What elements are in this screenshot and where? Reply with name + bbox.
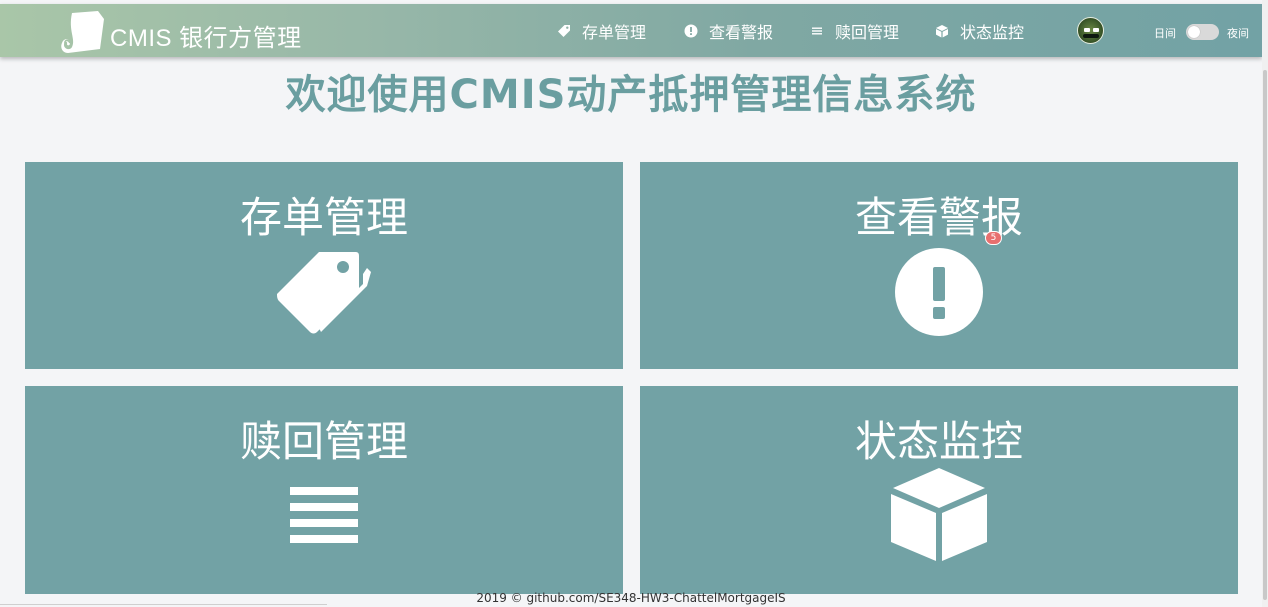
nav-item-deposit-management[interactable]: 存单管理 — [557, 20, 646, 42]
page-title: 欢迎使用CMIS动产抵押管理信息系统 — [285, 72, 977, 118]
brand-title[interactable]: CMIS 银行方管理 — [110, 18, 302, 53]
nav-item-view-alerts[interactable]: 查看警报 — [684, 20, 773, 42]
logo-icon[interactable] — [58, 9, 106, 55]
exclamation-circle-icon — [684, 24, 698, 38]
page: CMIS 银行方管理 存单管理 查看警报 赎回管理 状态监控 日间 夜间 欢迎使… — [0, 0, 1268, 607]
night-mode-label: 夜间 — [1227, 27, 1249, 40]
tags-icon — [277, 252, 371, 334]
nav-item-redemption-management[interactable]: 赎回管理 — [810, 20, 899, 42]
nav-item-label: 赎回管理 — [835, 23, 900, 42]
user-avatar[interactable] — [1077, 17, 1104, 44]
card-status-monitoring[interactable]: 状态监控 — [640, 386, 1238, 594]
card-title: 状态监控 — [854, 417, 1023, 466]
divider — [0, 604, 327, 605]
top-navbar: CMIS 银行方管理 存单管理 查看警报 赎回管理 状态监控 日间 夜间 — [0, 4, 1262, 57]
scrollbar-thumb[interactable] — [1263, 70, 1267, 600]
card-title: 存单管理 — [239, 193, 408, 242]
card-view-alerts[interactable]: 查看警报 5 — [640, 162, 1238, 369]
tag-icon — [557, 24, 571, 38]
bars-icon — [290, 487, 358, 543]
nav-item-label: 查看警报 — [709, 23, 774, 42]
cube-icon — [891, 468, 987, 561]
alert-count-badge: 5 — [985, 231, 1002, 245]
day-mode-label: 日间 — [1154, 27, 1176, 40]
card-deposit-management[interactable]: 存单管理 — [25, 162, 623, 369]
exclamation-circle-icon — [895, 248, 983, 336]
toggle-knob — [1188, 26, 1200, 38]
theme-toggle-switch[interactable] — [1186, 24, 1219, 40]
nav-item-status-monitoring[interactable]: 状态监控 — [935, 20, 1024, 42]
nav-item-label: 状态监控 — [960, 23, 1025, 42]
card-title: 查看警报 — [854, 193, 1023, 242]
nav-item-label: 存单管理 — [582, 23, 647, 42]
card-title: 赎回管理 — [239, 417, 408, 466]
cube-icon — [935, 24, 949, 38]
card-redemption-management[interactable]: 赎回管理 — [25, 386, 623, 594]
footer-copyright: 2019 © github.com/SE348-HW3-ChattelMortg… — [476, 591, 786, 605]
list-icon — [810, 24, 824, 38]
